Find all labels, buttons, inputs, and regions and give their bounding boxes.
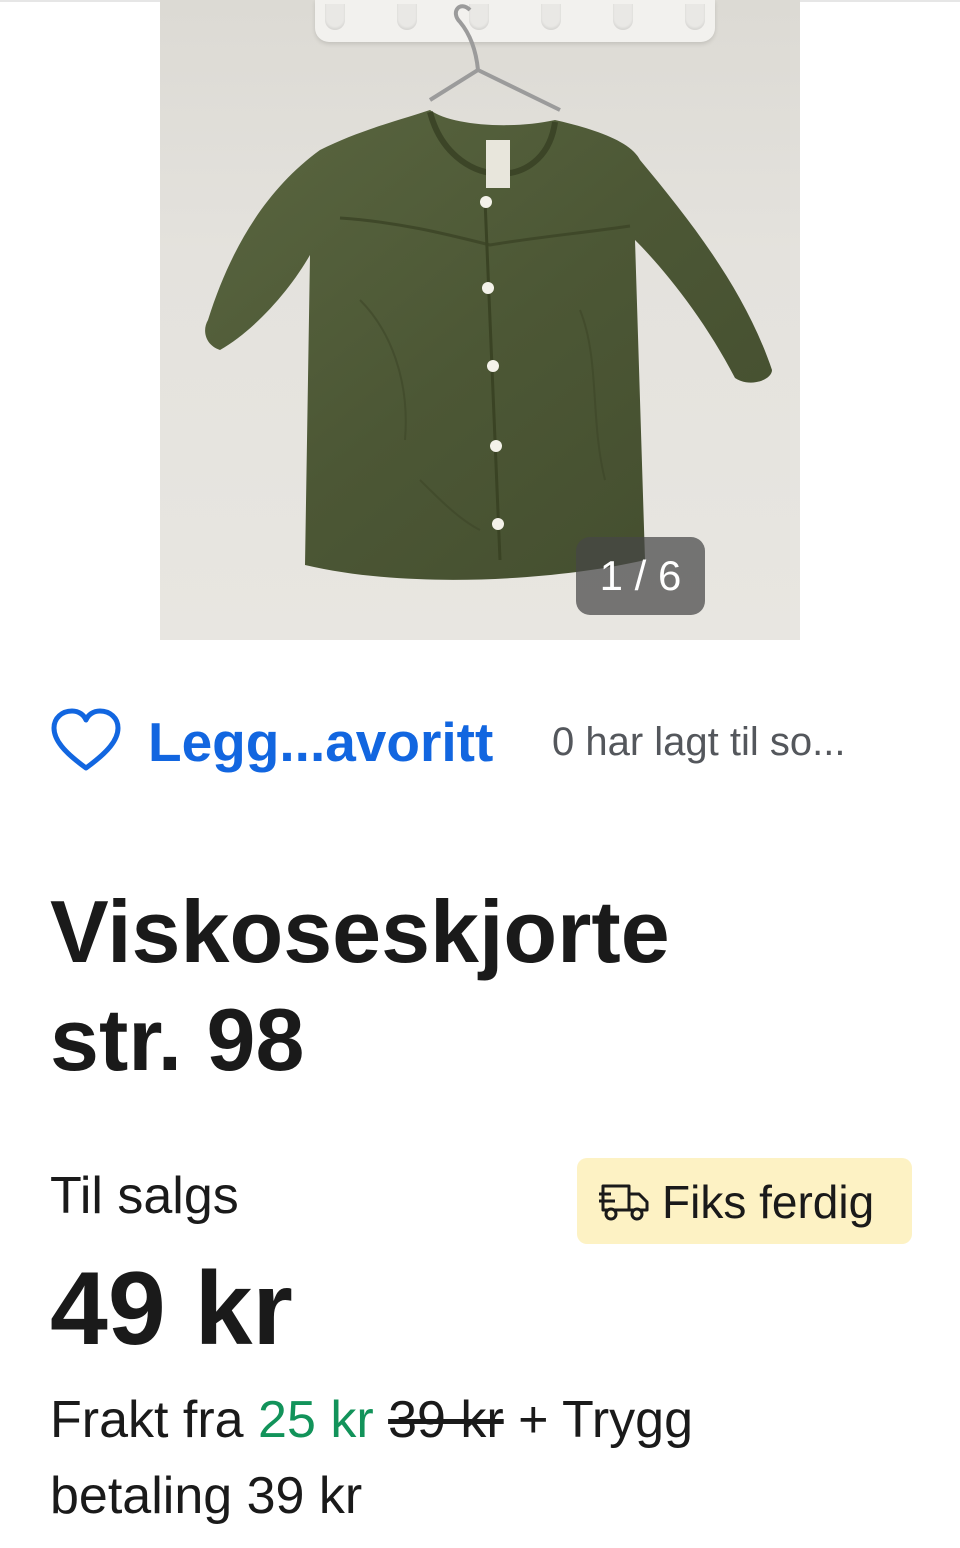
shipping-prefix: Frakt fra: [50, 1391, 244, 1449]
favorite-row: Legg...avoritt 0 har lagt til so...: [50, 700, 920, 784]
hanger: [428, 4, 561, 112]
image-gallery[interactable]: 1 / 6: [160, 0, 800, 640]
shirt-button: [492, 518, 504, 530]
clothing-tag: [486, 140, 510, 188]
add-to-favorites-button[interactable]: Legg...avoritt: [148, 710, 528, 774]
title-line-2: str. 98: [50, 990, 305, 1089]
shipping-connector: + Trygg: [518, 1391, 694, 1449]
listing-status: Til salgs: [50, 1167, 239, 1225]
shipping-line-2: betaling 39 kr: [50, 1467, 363, 1525]
favorites-count: 0 har lagt til so...: [552, 720, 846, 764]
title-line-1: Viskoseskjorte: [50, 882, 670, 981]
badge-label: Fiks ferdig: [662, 1176, 875, 1228]
shirt-button: [482, 282, 494, 294]
shipping-discounted-price: 25 kr: [258, 1391, 374, 1449]
product-photo: [205, 4, 772, 580]
listing-page: 1 / 6 Legg...avoritt 0 har lagt til so..…: [0, 0, 960, 1548]
shipping-info: Frakt fra 25 kr 39 kr + Trygg betaling 3…: [50, 1382, 910, 1534]
shirt-button: [490, 440, 502, 452]
shirt-button: [487, 360, 499, 372]
fiks-ferdig-badge[interactable]: Fiks ferdig: [577, 1158, 912, 1244]
shirt-button: [480, 196, 492, 208]
delivery-truck-icon: [599, 1184, 649, 1221]
heart-outline-icon[interactable]: [50, 706, 122, 778]
listing-price: 49 kr: [50, 1251, 293, 1367]
listing-title: Viskoseskjorte str. 98: [50, 878, 910, 1094]
image-counter: 1 / 6: [576, 537, 705, 615]
shipping-original-price: 39 kr: [388, 1391, 504, 1449]
